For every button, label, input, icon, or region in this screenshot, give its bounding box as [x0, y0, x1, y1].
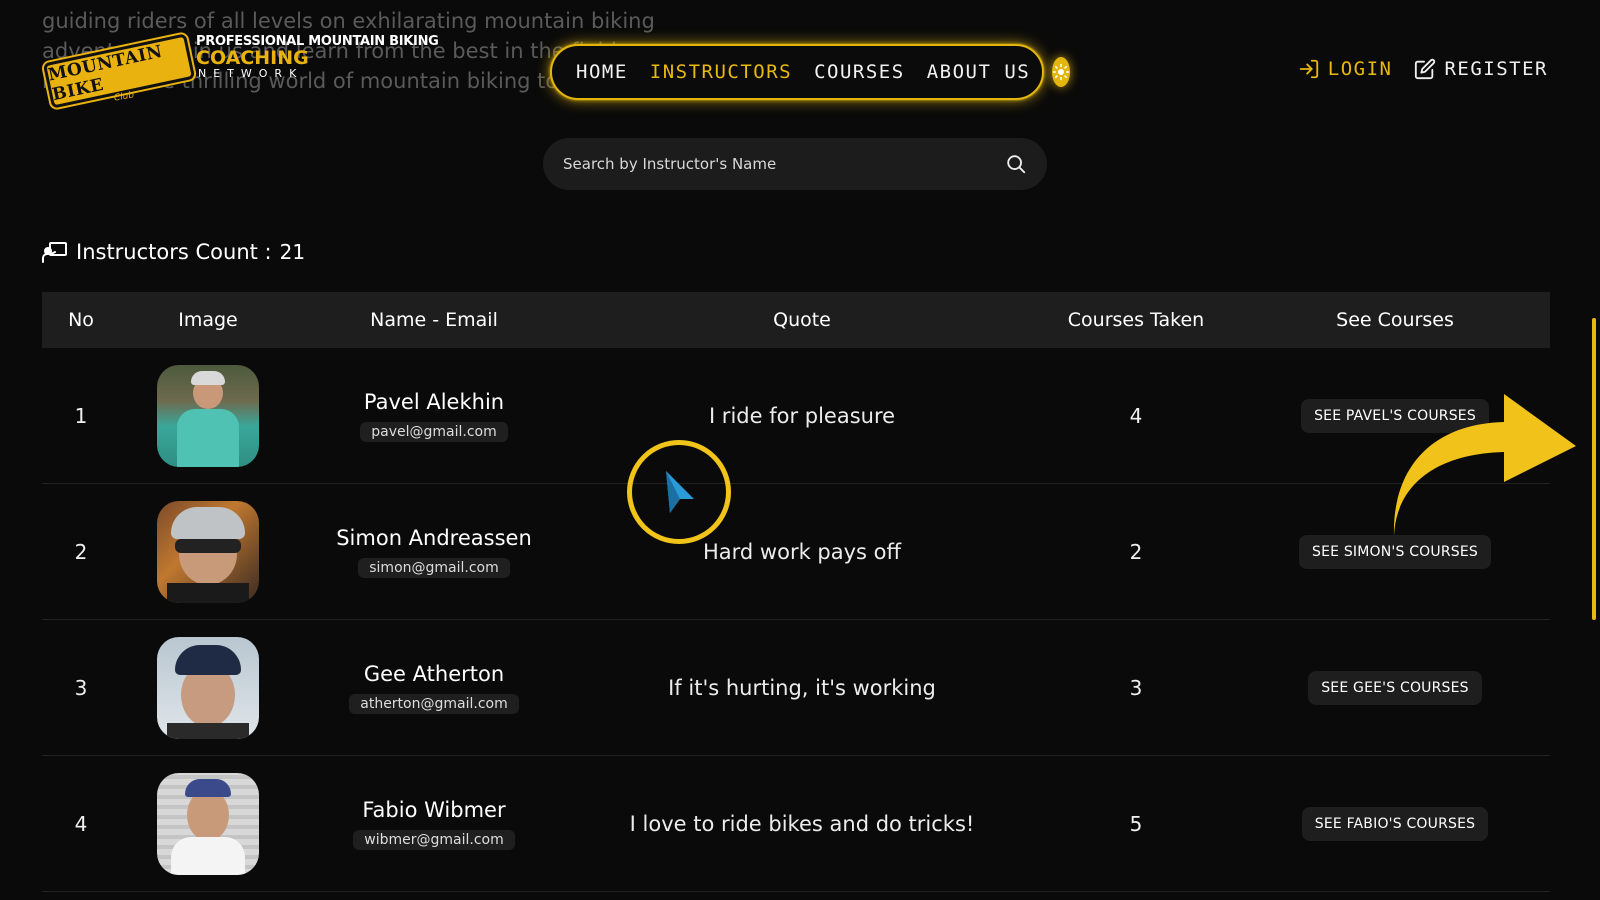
instructor-email: atherton@gmail.com: [349, 693, 519, 714]
row-number: 3: [74, 675, 88, 700]
see-courses-button[interactable]: SEE GEE'S COURSES: [1308, 670, 1482, 705]
instructor-email: simon@gmail.com: [358, 557, 510, 578]
see-courses-cell: SEE SIMON'S COURSES: [1240, 534, 1550, 569]
see-courses-button[interactable]: SEE FABIO'S COURSES: [1301, 806, 1489, 841]
logo[interactable]: MOUNTAIN BIKE Club PROFESSIONAL MOUNTAIN…: [42, 33, 462, 109]
logo-line-2: COACHING: [196, 47, 309, 69]
nav-item-home[interactable]: HOME: [576, 61, 628, 83]
row-number: 2: [74, 539, 88, 564]
header-courses-taken: Courses Taken: [1067, 309, 1205, 331]
register-link[interactable]: REGISTER: [1414, 58, 1548, 80]
instructor-avatar: [157, 772, 259, 875]
image-cell: [120, 772, 296, 875]
search-icon[interactable]: [1005, 153, 1027, 175]
courses-taken: 4: [1129, 403, 1143, 428]
instructor-name: Pavel Alekhin: [363, 389, 505, 414]
see-courses-cell: SEE FABIO'S COURSES: [1240, 806, 1550, 841]
instructor-name: Simon Andreassen: [336, 525, 532, 550]
row-number: 4: [74, 811, 88, 836]
instructors-table: No Image Name - Email Quote Courses Take…: [42, 292, 1550, 892]
instructor-avatar: [157, 500, 259, 603]
instructor-name: Fabio Wibmer: [362, 797, 506, 822]
image-cell: [120, 500, 296, 603]
table-row: 3 Gee Atherton atherton@gmail.com If it'…: [42, 620, 1550, 756]
name-email-cell: Gee Atherton atherton@gmail.com: [296, 662, 572, 714]
header-see-courses: See Courses: [1336, 309, 1454, 331]
instructor-email: wibmer@gmail.com: [353, 829, 515, 850]
curved-arrow-icon: [1393, 394, 1576, 536]
table-row: 2 Simon Andreassen simon@gmail.com Hard …: [42, 484, 1550, 620]
name-email-cell: Pavel Alekhin pavel@gmail.com: [296, 390, 572, 442]
nav-item-about-us[interactable]: ABOUT US: [927, 61, 1031, 83]
header-image: Image: [178, 309, 238, 331]
sun-icon: [1052, 63, 1070, 81]
logo-club-text: Club: [113, 90, 135, 104]
instructor-quote: I ride for pleasure: [708, 403, 896, 428]
chalkboard-teacher-icon: [42, 242, 67, 263]
header-name-email: Name - Email: [370, 309, 498, 331]
see-courses-button[interactable]: SEE SIMON'S COURSES: [1299, 534, 1491, 569]
name-email-cell: Fabio Wibmer wibmer@gmail.com: [296, 798, 572, 850]
logo-line-3: NETWORK: [198, 67, 304, 80]
table-header: No Image Name - Email Quote Courses Take…: [42, 292, 1550, 348]
nav-item-courses[interactable]: COURSES: [814, 61, 905, 83]
scrollbar-thumb[interactable]: [1592, 318, 1596, 620]
login-link[interactable]: LOGIN: [1298, 58, 1393, 80]
search-input[interactable]: [563, 155, 1005, 173]
see-courses-cell: SEE GEE'S COURSES: [1240, 670, 1550, 705]
image-cell: [120, 636, 296, 739]
count-value: 21: [279, 240, 306, 264]
image-cell: [120, 364, 296, 467]
register-label: REGISTER: [1444, 58, 1548, 80]
count-label: Instructors Count :: [76, 240, 272, 264]
search-bar: [543, 138, 1047, 190]
auth-links: LOGIN REGISTER: [1298, 58, 1548, 80]
instructor-email: pavel@gmail.com: [360, 421, 508, 442]
instructors-count: Instructors Count : 21: [42, 240, 305, 264]
table-row: 1 Pavel Alekhin pavel@gmail.com I ride f…: [42, 348, 1550, 484]
courses-taken: 3: [1129, 675, 1143, 700]
instructor-avatar: [157, 364, 259, 467]
name-email-cell: Simon Andreassen simon@gmail.com: [296, 526, 572, 578]
instructor-name: Gee Atherton: [363, 661, 505, 686]
courses-taken: 2: [1129, 539, 1143, 564]
instructor-quote: Hard work pays off: [703, 539, 901, 564]
main-nav: HOME INSTRUCTORS COURSES ABOUT US: [550, 44, 1071, 100]
row-number: 1: [74, 403, 88, 428]
courses-taken: 5: [1129, 811, 1143, 836]
table-row: 4 Fabio Wibmer wibmer@gmail.com I love t…: [42, 756, 1550, 892]
theme-toggle-button[interactable]: [1052, 57, 1071, 87]
edit-icon: [1415, 58, 1436, 80]
login-label: LOGIN: [1327, 58, 1393, 80]
login-icon: [1299, 59, 1318, 79]
instructor-quote: If it's hurting, it's working: [668, 675, 936, 700]
page: guiding riders of all levels on exhilara…: [0, 0, 1600, 900]
instructor-quote: I love to ride bikes and do tricks!: [629, 811, 975, 836]
header-quote: Quote: [773, 309, 831, 331]
nav-item-instructors[interactable]: INSTRUCTORS: [650, 61, 792, 83]
instructor-avatar: [157, 636, 259, 739]
cursor-highlight: [627, 440, 731, 544]
header-no: No: [68, 309, 94, 331]
cursor-arrow-icon: [666, 471, 694, 513]
